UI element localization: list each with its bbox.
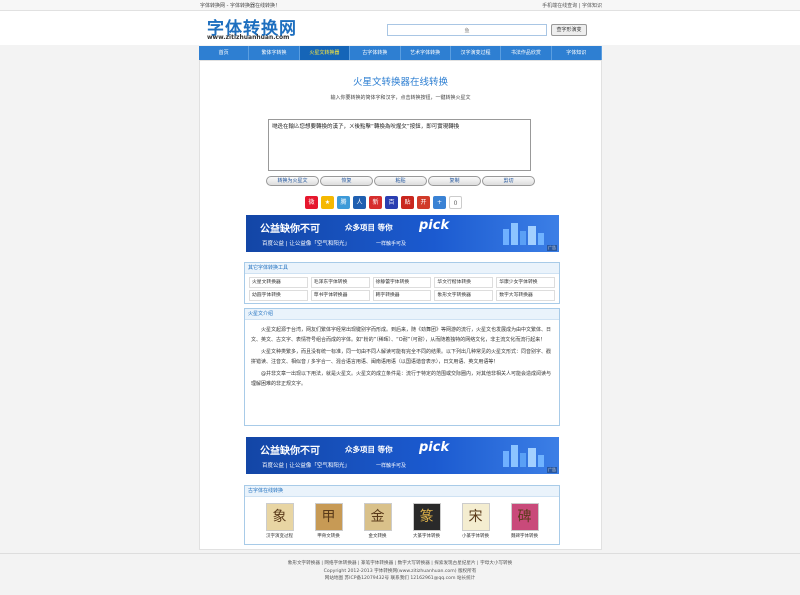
ad-middle: 众多项目 等你 bbox=[345, 223, 393, 232]
tool-link[interactable]: 象形文字转换器 bbox=[434, 290, 494, 301]
font-sample-image: 金 bbox=[363, 503, 392, 531]
tool-link[interactable]: 数字大写转换器 bbox=[496, 290, 555, 301]
top-bar: 字体转换网 - 字体转换器在线转换！ 手机端在线查询 | 字体知识 bbox=[0, 0, 800, 11]
site-url: www.zitizhuanhuan.com bbox=[207, 34, 290, 41]
tool-link[interactable]: 华康少女字体转换 bbox=[496, 277, 555, 288]
gallery-item-label: 大篆字体转换 bbox=[413, 534, 440, 539]
ad-headline: 公益缺你不可 bbox=[260, 446, 320, 457]
text-input-area[interactable]: 哋迯在輸兦您想要轉換的漢孒，ㄨ後點擊“轉換為吙煋攵”按鈕，即可實現轉換 bbox=[268, 119, 531, 171]
nav-item-calligraphy[interactable]: 书法作品欣赏 bbox=[501, 46, 552, 60]
nav-item-traditional[interactable]: 繁体字转换 bbox=[249, 46, 300, 60]
page-title: 火星文转换器在线转换 bbox=[352, 77, 448, 88]
tool-link[interactable]: 火星文转换器 bbox=[249, 277, 308, 288]
ad-middle: 众多项目 等你 bbox=[345, 445, 393, 454]
gallery-item-label: 金文转换 bbox=[368, 534, 387, 539]
tool-link[interactable]: 毛泽东字体转换 bbox=[310, 277, 370, 288]
convert-button[interactable]: 转换为火星文 bbox=[266, 176, 319, 186]
city-illustration-icon bbox=[503, 445, 544, 467]
font-sample-image: 甲 bbox=[314, 503, 343, 531]
ad-brand: pick bbox=[419, 218, 450, 233]
intro-heading: 火星文介绍 bbox=[245, 309, 559, 320]
renren-icon[interactable]: 人 bbox=[353, 196, 366, 209]
footer-icp[interactable]: 网站地图 苏ICP备12079432号 联系我们 12162961@qq.com… bbox=[0, 575, 800, 583]
ad-brand: pick bbox=[419, 440, 450, 455]
nav-item-martian[interactable]: 火星文转换器 bbox=[299, 46, 351, 60]
footer-links[interactable]: 象形文字转换器 | 网络字体转换器 | 篆笔字体转换器 | 数字大写转换器 | … bbox=[0, 560, 800, 568]
tool-link[interactable]: 韩字转换器 bbox=[372, 290, 432, 301]
search-button[interactable]: 查字形演变 bbox=[551, 24, 587, 36]
weibo-icon[interactable]: 微 bbox=[305, 196, 318, 209]
gallery-item-label: 魏碑字体转换 bbox=[511, 534, 538, 539]
font-sample-image: 宋 bbox=[461, 503, 490, 531]
copy-button[interactable]: 复制 bbox=[428, 176, 481, 186]
qzone-icon[interactable]: ★ bbox=[321, 196, 334, 209]
nav-item-ancient[interactable]: 古字体转换 bbox=[350, 46, 401, 60]
gallery-item[interactable]: 金金文转换 bbox=[356, 503, 400, 539]
tool-link[interactable]: 徐静蕾字体转换 bbox=[372, 277, 432, 288]
tools-heading: 其它字体转换工具 bbox=[245, 263, 559, 274]
kaixin-icon[interactable]: 开 bbox=[417, 196, 430, 209]
font-sample-image: 象 bbox=[265, 503, 294, 531]
nav-item-evolution[interactable]: 汉字演变过程 bbox=[451, 46, 502, 60]
intro-paragraph: 火星文种类繁多，而且没有统一标准，同一句由不同人解读可能有完全不同的结果。以下列… bbox=[251, 349, 552, 365]
nav-item-knowledge[interactable]: 字体知识 bbox=[552, 46, 602, 60]
paste-button[interactable]: 粘贴 bbox=[374, 176, 427, 186]
gallery-item[interactable]: 碑魏碑字体转换 bbox=[503, 503, 547, 539]
ad-slogan: 一样触手可及 bbox=[376, 241, 407, 247]
restore-button[interactable]: 恢复 bbox=[320, 176, 373, 186]
top-links[interactable]: 手机端在线查询 | 字体知识 bbox=[542, 2, 602, 9]
intro-paragraph: 火星文起源于台湾，网友们繁体字经常出现键别字而形成。到后来，随《劲舞团》等网游的… bbox=[251, 327, 552, 343]
sina-icon[interactable]: 新 bbox=[369, 196, 382, 209]
main-nav: 首页 繁体字转换 火星文转换器 古字体转换 艺术字体转换 汉字演变过程 书法作品… bbox=[199, 46, 602, 60]
tool-link[interactable]: 华文行楷体转换 bbox=[434, 277, 494, 288]
ad-tag: 广告 bbox=[547, 467, 557, 473]
plus-icon[interactable]: + bbox=[433, 196, 446, 209]
gallery-item[interactable]: 甲甲骨文转换 bbox=[307, 503, 351, 539]
ad-banner-bottom[interactable]: 公益缺你不可 众多项目 等你 pick 百度公益 | 让公益像「空气和阳光」 一… bbox=[246, 437, 559, 474]
gallery-item[interactable]: 篆大篆字体转换 bbox=[405, 503, 449, 539]
ad-slogan: 一样触手可及 bbox=[376, 463, 407, 469]
ad-headline: 公益缺你不可 bbox=[260, 224, 320, 235]
nav-item-home[interactable]: 首页 bbox=[199, 46, 250, 60]
footer-copyright: Copyright 2012-2013 字体转换网(www.zitizhuanh… bbox=[323, 568, 477, 574]
font-sample-image: 篆 bbox=[412, 503, 441, 531]
gallery-heading: 古字体在线转换 bbox=[245, 486, 559, 497]
cut-button[interactable]: 剪切 bbox=[482, 176, 535, 186]
gallery-item-label: 甲骨文转换 bbox=[317, 534, 340, 539]
baidu-icon[interactable]: 百 bbox=[385, 196, 398, 209]
count-icon[interactable]: 0 bbox=[449, 196, 462, 209]
gallery-item-label: 汉字演变过程 bbox=[266, 534, 293, 539]
tencent-weibo-icon[interactable]: 腾 bbox=[337, 196, 350, 209]
nav-item-art-font[interactable]: 艺术字体转换 bbox=[401, 46, 451, 60]
search-input[interactable]: 鱼 bbox=[387, 24, 547, 36]
ad-bottom: 百度公益 | 让公益像「空气和阳光」 bbox=[262, 241, 350, 247]
tool-link[interactable]: 草书字体转换器 bbox=[310, 290, 370, 301]
intro-paragraph: @并非文章一出现以下用法，就是火星文。火星文的成立条件是：流行于特定的范围或交际… bbox=[251, 371, 552, 387]
ad-bottom: 百度公益 | 让公益像「空气和阳光」 bbox=[262, 463, 350, 469]
gallery-item-label: 小篆字体转换 bbox=[462, 534, 489, 539]
tool-link[interactable]: 幼圆字体转换 bbox=[249, 290, 308, 301]
tieba-icon[interactable]: 贴 bbox=[401, 196, 414, 209]
ad-banner-top[interactable]: 公益缺你不可 众多项目 等你 pick 百度公益 | 让公益像「空气和阳光」 一… bbox=[246, 215, 559, 252]
site-tagline: 字体转换网 - 字体转换器在线转换！ bbox=[200, 3, 280, 9]
footer: 象形文字转换器 | 网络字体转换器 | 篆笔字体转换器 | 数字大写转换器 | … bbox=[0, 553, 800, 595]
ancient-font-gallery: 古字体在线转换 象汉字演变过程甲甲骨文转换金金文转换篆大篆字体转换宋小篆字体转换… bbox=[244, 485, 560, 545]
ad-tag: 广告 bbox=[547, 245, 557, 251]
gallery-item[interactable]: 象汉字演变过程 bbox=[258, 503, 302, 539]
city-illustration-icon bbox=[503, 223, 544, 245]
other-tools-box: 其它字体转换工具 火星文转换器 毛泽东字体转换 徐静蕾字体转换 华文行楷体转换 … bbox=[244, 262, 560, 304]
page-subtitle: 输入你要转换的简体字和汉字，点击转换按钮，一键转换火星文 bbox=[330, 95, 471, 101]
gallery-item[interactable]: 宋小篆字体转换 bbox=[454, 503, 498, 539]
font-sample-image: 碑 bbox=[510, 503, 539, 531]
martian-intro-box: 火星文介绍 火星文起源于台湾，网友们繁体字经常出现键别字而形成。到后来，随《劲舞… bbox=[244, 308, 560, 426]
